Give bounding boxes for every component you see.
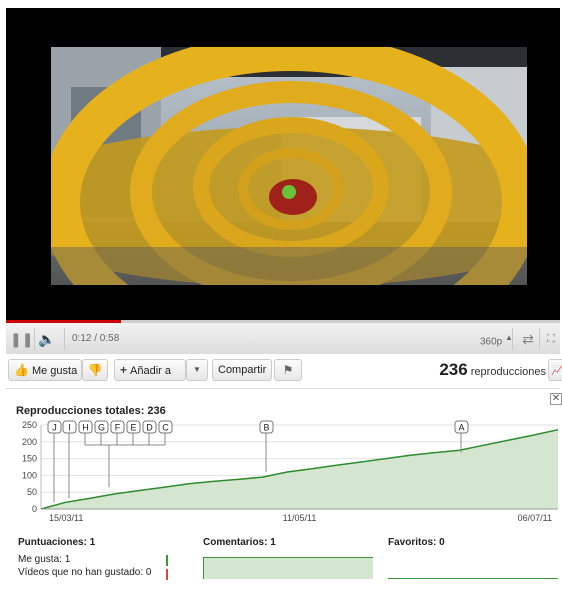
- x-tick-label: 06/07/11: [518, 513, 552, 523]
- player-controls: ❚❚ 🔈 0:12 / 0:58 360p ▲ ⇄ ⛶: [6, 320, 560, 354]
- y-tick-label: 250: [22, 420, 37, 430]
- x-tick-label: 15/03/11: [49, 513, 83, 523]
- comments-title: Comentarios: 1: [203, 537, 276, 548]
- y-tick-label: 200: [22, 437, 37, 447]
- progress-fill: [6, 320, 121, 323]
- thumbs-down-icon: 👎: [87, 363, 103, 377]
- thumbs-up-icon: 👍: [14, 363, 29, 377]
- fullscreen-button[interactable]: ⛶: [542, 329, 560, 349]
- stats-toggle-button[interactable]: 📈: [548, 359, 562, 381]
- control-divider: [539, 328, 540, 350]
- comments-section: Comentarios: 1: [203, 537, 276, 553]
- video-area[interactable]: [6, 8, 560, 322]
- plus-icon: +: [120, 363, 128, 377]
- marker-label: I: [68, 423, 71, 433]
- volume-button[interactable]: 🔈: [36, 329, 58, 349]
- chevron-down-icon: ▼: [193, 365, 201, 374]
- progress-bar[interactable]: [6, 320, 560, 323]
- close-icon: ✕: [551, 393, 561, 404]
- marker-label: E: [130, 423, 136, 433]
- marker-label: B: [263, 423, 269, 433]
- share-button[interactable]: Compartir: [212, 359, 272, 381]
- dislikes-bar: [166, 569, 168, 580]
- likes-line: Me gusta: 1: [18, 554, 71, 565]
- chart-icon: 📈: [551, 364, 562, 376]
- marker-label: D: [146, 423, 153, 433]
- add-to-button[interactable]: + Añadir a: [114, 359, 186, 381]
- fullscreen-icon: ⛶: [547, 333, 555, 345]
- add-label: Añadir a: [130, 365, 171, 377]
- y-tick-label: 50: [27, 487, 37, 497]
- y-tick-label: 150: [22, 454, 37, 464]
- likes-bar: [166, 555, 168, 566]
- favorites-title: Favoritos: 0: [388, 537, 445, 548]
- marker-label: F: [115, 423, 121, 433]
- flag-icon: ⚑: [282, 363, 294, 377]
- speaker-icon: 🔈: [38, 331, 56, 347]
- view-count-number: 236: [439, 360, 468, 379]
- comments-sparkline: [203, 557, 373, 579]
- control-divider: [34, 328, 35, 350]
- video-frame: [51, 47, 527, 285]
- views-chart: 0 50 100 150 200 250 15/03/11 11/05/11 06/07/11 J…: [22, 420, 559, 523]
- pause-icon: ❚❚: [10, 331, 34, 347]
- marker-label: J: [52, 423, 57, 433]
- video-player[interactable]: ❚❚ 🔈 0:12 / 0:58 360p ▲ ⇄ ⛶: [6, 8, 560, 354]
- control-divider: [64, 328, 65, 350]
- pause-button[interactable]: ❚❚: [10, 329, 34, 349]
- y-tick-label: 100: [22, 470, 37, 480]
- view-count: 236 reproducciones: [386, 357, 546, 385]
- like-button[interactable]: 👍 Me gusta: [8, 359, 82, 381]
- share-label: Compartir: [218, 364, 267, 376]
- control-divider: [512, 328, 513, 350]
- ratings-section: Puntuaciones: 1 Me gusta: 1 Vídeos que n…: [18, 537, 151, 579]
- close-stats-button[interactable]: ✕: [550, 393, 562, 405]
- like-label: Me gusta: [31, 365, 78, 377]
- favorites-sparkline: [388, 578, 558, 579]
- favorites-section: Favoritos: 0: [388, 537, 445, 553]
- marker-bracket: [85, 444, 165, 488]
- quality-label: 360p: [480, 336, 503, 348]
- add-to-dropdown[interactable]: ▼: [186, 359, 208, 381]
- ratings-title: Puntuaciones: 1: [18, 537, 96, 548]
- quality-selector[interactable]: 360p ▲: [480, 333, 513, 347]
- x-tick-label: 11/05/11: [283, 513, 317, 523]
- flag-button[interactable]: ⚑: [274, 359, 302, 381]
- view-count-label: reproducciones: [470, 366, 546, 378]
- video-frame-image: [51, 47, 527, 285]
- marker-label: G: [98, 423, 105, 433]
- dislikes-line: Vídeos que no han gustado: 0: [18, 567, 152, 578]
- marker-label: H: [82, 423, 89, 433]
- marker-label: C: [162, 423, 169, 433]
- popout-button[interactable]: ⇄: [518, 329, 538, 349]
- marker-label: A: [458, 423, 464, 433]
- stats-panel: ✕ Reproducciones totales: 236 0 50 100 150 2…: [6, 388, 562, 597]
- dislike-button[interactable]: 👎: [82, 359, 108, 381]
- action-bar: 👍 Me gusta 👎 + Añadir a ▼ Compartir ⚑ 236 …: [6, 357, 562, 383]
- popout-icon: ⇄: [522, 331, 534, 347]
- time-display: 0:12 / 0:58: [72, 333, 120, 344]
- y-tick-label: 0: [32, 504, 37, 514]
